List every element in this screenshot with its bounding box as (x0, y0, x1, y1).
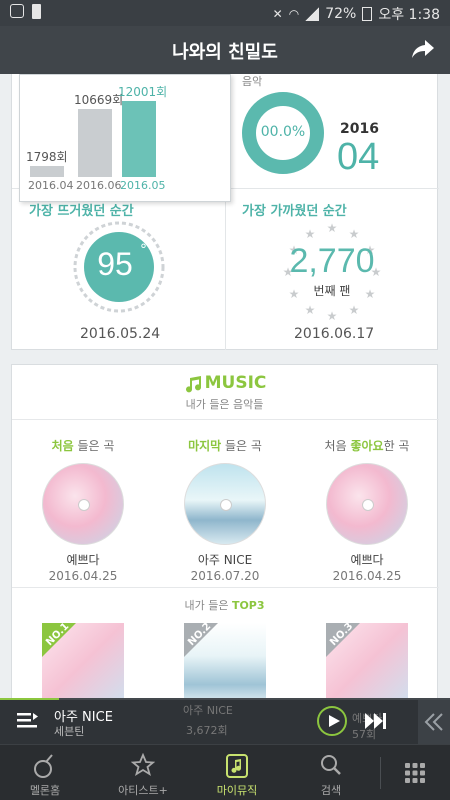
signal-icon (305, 7, 320, 21)
svg-text:★: ★ (305, 227, 316, 241)
first-played-song[interactable]: 예쁘다 (13, 551, 153, 568)
double-chevron-left-icon (424, 713, 443, 731)
share-icon[interactable] (410, 38, 436, 60)
underlying-song: 아주 NICE (183, 704, 233, 717)
donut-label: 음악 (242, 75, 263, 88)
bar-date-label: 2016.05 (120, 179, 166, 192)
divider (12, 587, 439, 588)
my-music-icon (226, 754, 248, 778)
now-playing-artist[interactable]: 세븐틴 (54, 723, 84, 739)
svg-text:★: ★ (327, 309, 338, 323)
nav-label: 멜론홈 (29, 784, 61, 797)
first-played-label: 처음 들은 곡 (51, 439, 115, 453)
count-bar (122, 101, 156, 177)
nav-label: 마이뮤직 (216, 784, 258, 797)
playlist-icon[interactable] (16, 711, 38, 731)
monthly-count-popup: 1798회 2016.04 10669회 2016.06 12001회 2016.05 (19, 74, 231, 202)
first-played-date: 2016.04.25 (48, 569, 118, 583)
first-liked-album-disc[interactable] (326, 463, 408, 545)
nav-artist-plus[interactable]: 아티스트+ (98, 745, 188, 800)
svg-text:★: ★ (349, 303, 360, 317)
playback-progress[interactable] (0, 698, 450, 700)
app-notification-icon (10, 4, 24, 18)
close-date: 2016.06.17 (294, 326, 375, 342)
page-title: 나와의 친밀도 (172, 42, 278, 63)
svg-text:★: ★ (305, 303, 316, 317)
last-played-song[interactable]: 아주 NICE (155, 551, 295, 568)
hot-date: 2016.05.24 (80, 326, 161, 342)
bottom-navigation: 멜론홈 아티스트+ 마이뮤직 검색 (0, 744, 450, 800)
star-icon (131, 753, 155, 776)
svg-text:★: ★ (327, 221, 338, 235)
close-rank: 2,770 (289, 242, 375, 280)
stat-year: 2016 (340, 121, 379, 137)
play-button[interactable] (317, 706, 347, 736)
top3-title: 내가 들은 TOP3 (184, 599, 265, 612)
donut-percent: 00.0% (260, 124, 306, 140)
grid-menu-icon (405, 763, 425, 783)
last-played-label: 마지막 들은 곡 (188, 439, 262, 453)
nav-menu[interactable] (375, 745, 450, 800)
hot-score: 95 (97, 246, 133, 282)
close-rank-unit: 번째 팬 (313, 284, 351, 298)
svg-text:★: ★ (349, 227, 360, 241)
first-liked-label: 처음 좋아요한 곡 (324, 439, 410, 453)
battery-icon (362, 7, 373, 21)
hot-degree: ° (140, 242, 147, 258)
last-played-date: 2016.07.20 (190, 569, 260, 583)
underlying-count: 3,672회 (186, 724, 228, 737)
count-bar (30, 166, 64, 177)
hot-moment-label: 가장 뜨거웠던 순간 (29, 204, 134, 219)
bar-value-label: 12001회 (118, 85, 168, 99)
first-played-album-disc[interactable] (42, 463, 124, 545)
melon-home-icon (34, 754, 53, 778)
nav-label: 아티스트+ (118, 784, 168, 797)
next-track-icon[interactable] (364, 711, 388, 731)
clock: 오후 1:38 (378, 7, 440, 23)
close-moment-label: 가장 가까웠던 순간 (242, 204, 347, 219)
nav-label: 검색 (320, 784, 342, 797)
music-title: MUSIC (204, 373, 267, 393)
mini-player[interactable]: 아주 NICE 세븐틴 아주 NICE 3,672회 예쁘다 57회 (0, 698, 450, 744)
bar-date-label: 2016.06 (76, 179, 122, 192)
first-liked-date: 2016.04.25 (332, 569, 402, 583)
nav-search[interactable]: 검색 (286, 745, 376, 800)
collapse-player-button[interactable] (418, 700, 450, 744)
top3-album-3[interactable]: NO.3 (326, 623, 408, 705)
play-icon (329, 715, 340, 727)
count-bar (78, 109, 112, 177)
status-bar: ✕ ◠ 72% 오후 1:38 (0, 0, 450, 26)
stat-month: 04 (337, 136, 380, 178)
wifi-icon: ◠ (288, 7, 300, 21)
bar-value-label: 10669회 (74, 93, 124, 107)
app-header: 나와의 친밀도 (0, 26, 450, 74)
top3-album-1[interactable]: NO.1 (42, 623, 124, 705)
battery-notification-icon (32, 4, 41, 19)
music-card: MUSIC 내가 들은 음악들 처음 들은 곡 예쁘다 2016.04.25 마… (11, 364, 439, 714)
mute-icon: ✕ (272, 7, 283, 21)
bar-date-label: 2016.04 (28, 179, 74, 192)
music-subtitle: 내가 들은 음악들 (185, 398, 264, 411)
last-played-album-disc[interactable] (184, 463, 266, 545)
search-icon (321, 755, 341, 775)
battery-percent: 72% (325, 6, 357, 22)
first-liked-song[interactable]: 예쁘다 (297, 551, 437, 568)
top3-album-2[interactable]: NO.2 (184, 623, 266, 705)
bar-value-label: 1798회 (26, 150, 68, 164)
nav-my-music[interactable]: 마이뮤직 (192, 745, 282, 800)
divider (12, 419, 439, 420)
nav-melon-home[interactable]: 멜론홈 (0, 745, 90, 800)
